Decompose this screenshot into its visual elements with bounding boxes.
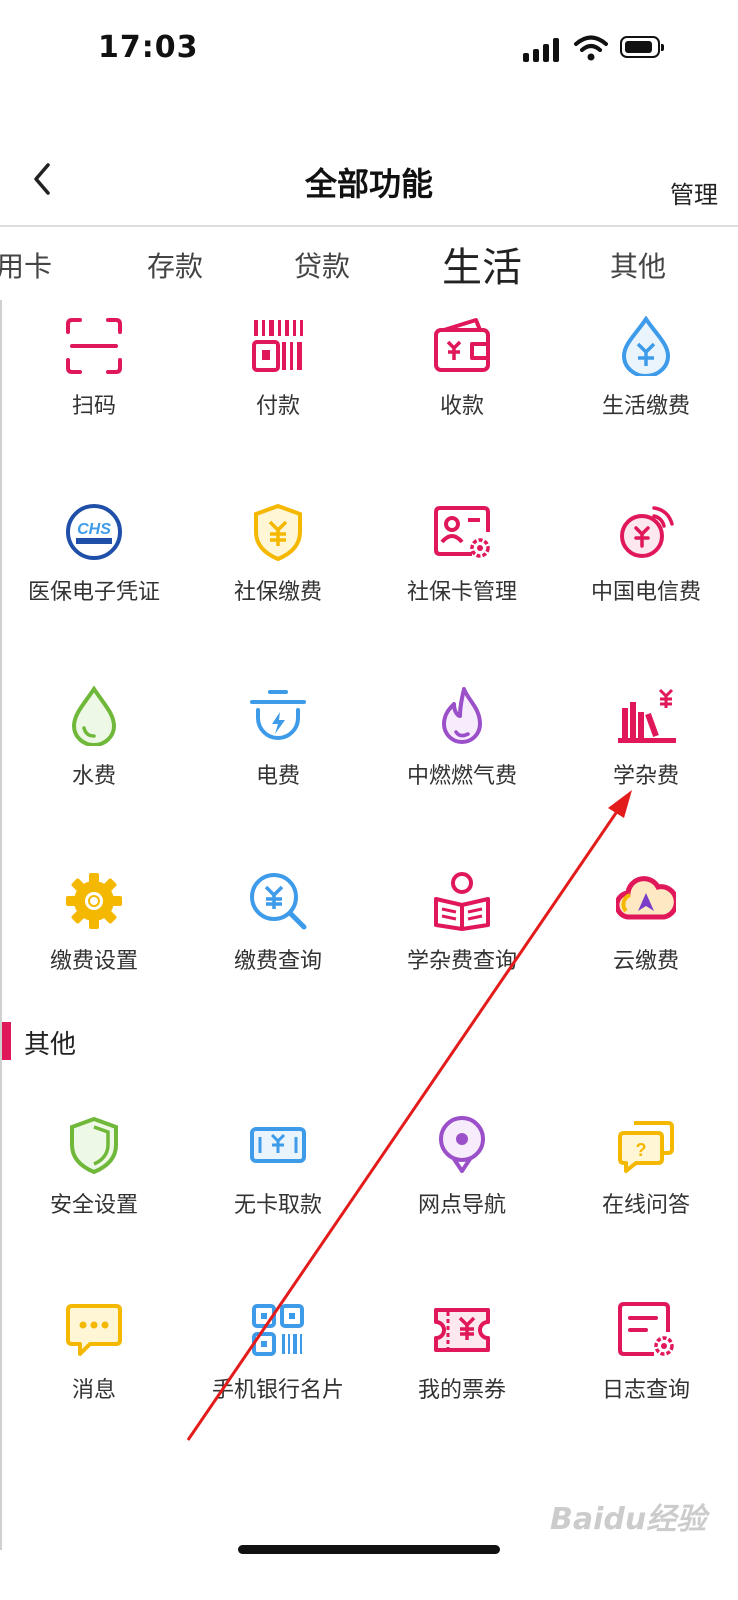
water-drop-icon: [64, 686, 124, 746]
ticket-icon: [432, 1300, 492, 1360]
grid-item-telecom-fee[interactable]: 中国电信费: [554, 502, 738, 632]
grid-item-label: 学杂费: [612, 764, 679, 789]
signal-yuan-icon: [616, 502, 676, 562]
life-row-1: 扫码 付款 收款 生活缴费: [0, 316, 738, 446]
life-row-4: 缴费设置 缴费查询 学杂费查询 云缴费: [0, 871, 738, 1001]
search-yuan-icon: [248, 871, 308, 931]
grid-item-log-query[interactable]: 日志查询: [554, 1300, 738, 1430]
grid-item-receive[interactable]: 收款: [370, 316, 554, 446]
qr-code-icon: [248, 1300, 308, 1360]
grid-item-label: 缴费查询: [233, 949, 322, 974]
grid-item-payment-settings[interactable]: 缴费设置: [2, 871, 186, 1001]
wallet-icon: [432, 316, 492, 376]
cellular-signal-icon: [523, 38, 559, 62]
section-title-other: 其他: [24, 1030, 77, 1060]
watermark: Baidu经验: [550, 1502, 707, 1537]
other-row-2: 消息 手机银行名片 我的票券 日志查询: [0, 1300, 738, 1430]
grid-item-label: 收款: [439, 394, 484, 419]
category-tabs: 用卡 存款 贷款 生活 其他: [0, 235, 738, 297]
grid-item-label: 生活缴费: [601, 394, 690, 419]
grid-item-messages[interactable]: 消息: [2, 1300, 186, 1430]
grid-item-tuition-fee[interactable]: 学杂费: [554, 686, 738, 816]
grid-item-label: 日志查询: [601, 1378, 690, 1403]
grid-item-label: 水费: [71, 764, 116, 789]
log-gear-icon: [616, 1300, 676, 1360]
flame-icon: [432, 686, 492, 746]
grid-item-water-fee[interactable]: 水费: [2, 686, 186, 816]
grid-item-label: 扫码: [71, 394, 116, 419]
grid-item-cloud-payment[interactable]: 云缴费: [554, 871, 738, 1001]
grid-item-label: 付款: [255, 394, 300, 419]
shield-yuan-icon: [248, 502, 308, 562]
tab-deposit[interactable]: 存款: [147, 245, 203, 285]
life-row-3: 水费 电费 中燃燃气费 学杂费: [0, 686, 738, 816]
grid-item-label: 电费: [255, 764, 300, 789]
battery-icon: [620, 36, 664, 58]
books-yuan-icon: [616, 686, 676, 746]
grid-item-label: 安全设置: [49, 1193, 138, 1218]
cash-icon: [248, 1115, 308, 1175]
grid-item-label: 学杂费查询: [406, 949, 517, 974]
reading-person-icon: [432, 871, 492, 931]
other-row-1: 安全设置 无卡取款 网点导航 ? 在线问答: [0, 1115, 738, 1245]
grid-item-scan[interactable]: 扫码: [2, 316, 186, 446]
grid-item-business-card[interactable]: 手机银行名片: [186, 1300, 370, 1430]
grid-item-label: 社保缴费: [233, 580, 322, 605]
tab-card[interactable]: 用卡: [0, 245, 52, 285]
grid-item-life-payment[interactable]: 生活缴费: [554, 316, 738, 446]
grid-item-branch-navigation[interactable]: 网点导航: [370, 1115, 554, 1245]
grid-item-label: 我的票券: [417, 1378, 506, 1403]
grid-item-electricity-fee[interactable]: 电费: [186, 686, 370, 816]
grid-item-payment[interactable]: 付款: [186, 316, 370, 446]
location-pin-icon: [432, 1115, 492, 1175]
cloud-arrow-icon: [616, 871, 676, 931]
gear-icon: [64, 871, 124, 931]
svg-text:CHS: CHS: [77, 521, 111, 538]
life-row-2: CHS 医保电子凭证 社保缴费 社保卡管理 中国电信费: [0, 502, 738, 632]
section-marker: [2, 1022, 11, 1060]
home-indicator: [238, 1545, 500, 1554]
grid-item-label: 社保卡管理: [406, 580, 517, 605]
id-card-gear-icon: [432, 502, 492, 562]
scan-icon: [64, 316, 124, 376]
electric-pot-icon: [248, 686, 308, 746]
grid-item-social-security-payment[interactable]: 社保缴费: [186, 502, 370, 632]
grid-item-label: 医保电子凭证: [27, 580, 160, 605]
tab-loan[interactable]: 贷款: [294, 245, 350, 285]
grid-item-cardless-withdrawal[interactable]: 无卡取款: [186, 1115, 370, 1245]
grid-item-tuition-query[interactable]: 学杂费查询: [370, 871, 554, 1001]
payment-code-icon: [248, 316, 308, 376]
status-bar: 17:03: [0, 0, 738, 100]
grid-item-label: 中国电信费: [590, 580, 701, 605]
grid-item-label: 手机银行名片: [211, 1378, 344, 1403]
chat-question-icon: ?: [616, 1115, 676, 1175]
grid-item-online-qa[interactable]: ? 在线问答: [554, 1115, 738, 1245]
message-icon: [64, 1300, 124, 1360]
grid-item-security-settings[interactable]: 安全设置: [2, 1115, 186, 1245]
grid-item-label: 中燃燃气费: [406, 764, 517, 789]
svg-text:?: ?: [636, 1140, 647, 1160]
tab-other[interactable]: 其他: [610, 245, 666, 285]
tab-life[interactable]: 生活: [442, 235, 522, 293]
grid-item-medical-insurance[interactable]: CHS 医保电子凭证: [2, 502, 186, 632]
grid-item-label: 在线问答: [601, 1193, 690, 1218]
grid-item-payment-query[interactable]: 缴费查询: [186, 871, 370, 1001]
shield-icon: [64, 1115, 124, 1175]
water-drop-yuan-icon: [616, 316, 676, 376]
manage-button[interactable]: 管理: [670, 175, 718, 210]
page-title: 全部功能: [304, 165, 433, 203]
grid-item-label: 云缴费: [612, 949, 679, 974]
grid-item-label: 缴费设置: [49, 949, 138, 974]
grid-item-label: 消息: [71, 1378, 116, 1403]
nav-header: 全部功能 管理: [0, 145, 738, 227]
grid-item-label: 无卡取款: [233, 1193, 322, 1218]
grid-item-my-tickets[interactable]: 我的票券: [370, 1300, 554, 1430]
grid-item-gas-fee[interactable]: 中燃燃气费: [370, 686, 554, 816]
status-time: 17:03: [98, 30, 199, 65]
grid-item-label: 网点导航: [417, 1193, 506, 1218]
chs-logo-icon: CHS: [64, 502, 124, 562]
grid-item-social-security-card[interactable]: 社保卡管理: [370, 502, 554, 632]
wifi-icon: [574, 35, 608, 61]
